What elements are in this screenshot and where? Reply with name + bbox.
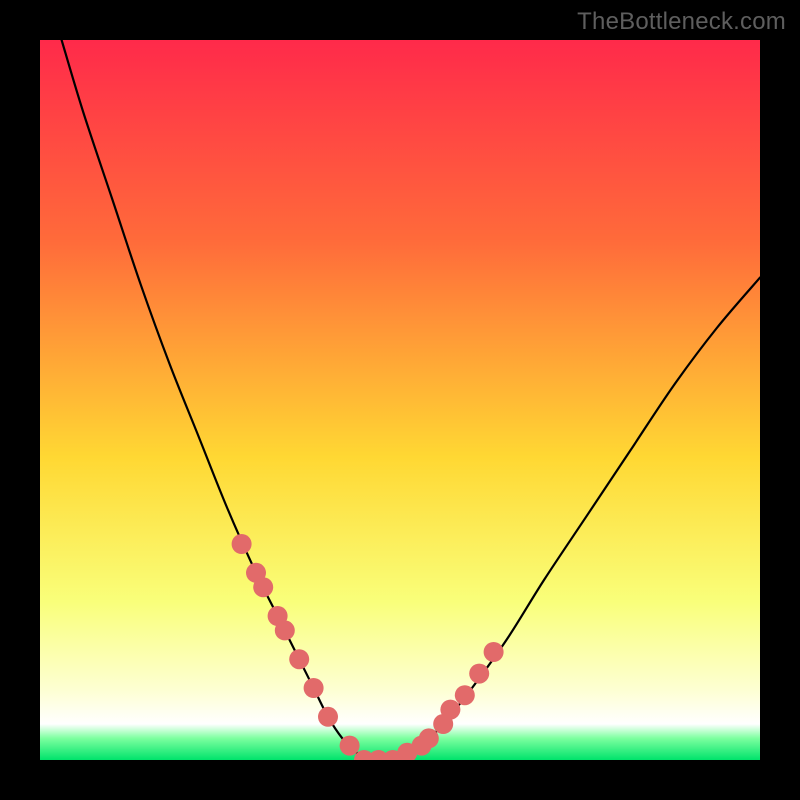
curve-layer bbox=[40, 40, 760, 760]
watermark-text: TheBottleneck.com bbox=[577, 8, 786, 36]
curve-marker bbox=[275, 620, 295, 640]
curve-marker bbox=[419, 728, 439, 748]
curve-marker bbox=[304, 678, 324, 698]
plot-area bbox=[40, 40, 760, 760]
curve-marker bbox=[440, 700, 460, 720]
curve-marker bbox=[469, 664, 489, 684]
curve-marker bbox=[455, 685, 475, 705]
curve-marker bbox=[289, 649, 309, 669]
curve-marker bbox=[253, 577, 273, 597]
curve-marker bbox=[232, 534, 252, 554]
chart-frame: TheBottleneck.com bbox=[0, 0, 800, 800]
marker-group bbox=[232, 534, 504, 760]
curve-marker bbox=[318, 707, 338, 727]
curve-marker bbox=[340, 736, 360, 756]
curve-marker bbox=[484, 642, 504, 662]
bottleneck-curve bbox=[62, 40, 760, 760]
